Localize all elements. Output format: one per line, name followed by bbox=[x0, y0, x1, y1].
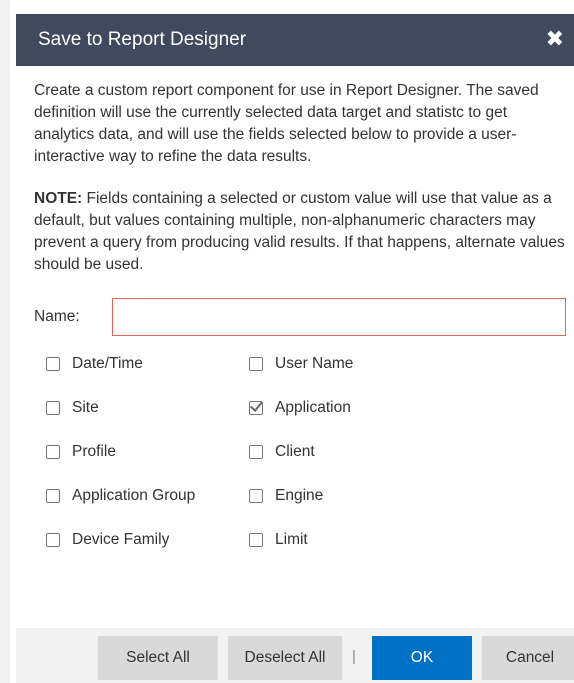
checkbox-label: User Name bbox=[275, 355, 354, 372]
checkbox-label: Site bbox=[72, 399, 99, 416]
checkbox-application-group[interactable]: Application Group bbox=[46, 487, 195, 505]
checkbox-box[interactable] bbox=[46, 357, 60, 371]
ok-button[interactable]: OK bbox=[372, 636, 472, 680]
dialog-body: Create a custom report component for use… bbox=[34, 80, 568, 276]
name-label: Name: bbox=[34, 308, 80, 325]
checkbox-box[interactable] bbox=[249, 445, 263, 459]
dialog-title: Save to Report Designer bbox=[38, 29, 247, 50]
checkbox-label: Application bbox=[275, 399, 351, 416]
checkbox-label: Date/Time bbox=[72, 355, 143, 372]
select-all-button[interactable]: Select All bbox=[98, 636, 218, 680]
checkbox-label: Profile bbox=[72, 443, 116, 460]
checkbox-label: Application Group bbox=[72, 487, 196, 504]
checkbox-box[interactable] bbox=[249, 489, 263, 503]
checkbox-checked-box[interactable] bbox=[249, 401, 263, 415]
checkbox-label: Device Family bbox=[72, 531, 170, 548]
checkbox-box[interactable] bbox=[46, 445, 60, 459]
note-body: Fields containing a selected or custom v… bbox=[34, 190, 565, 273]
checkbox-label: Limit bbox=[275, 531, 308, 548]
cancel-button[interactable]: Cancel bbox=[482, 636, 574, 680]
deselect-all-button[interactable]: Deselect All bbox=[228, 636, 342, 680]
save-to-report-designer-dialog: Save to Report Designer ✖ Create a custo… bbox=[0, 0, 574, 683]
dialog-titlebar: Save to Report Designer ✖ bbox=[16, 14, 574, 66]
name-input[interactable] bbox=[112, 298, 566, 336]
checkbox-box[interactable] bbox=[46, 489, 60, 503]
checkbox-limit[interactable]: Limit bbox=[249, 531, 308, 549]
checkbox-user-name[interactable]: User Name bbox=[249, 355, 353, 373]
note-text: NOTE: Fields containing a selected or cu… bbox=[34, 188, 568, 276]
checkbox-label: Engine bbox=[275, 487, 324, 504]
checkbox-device-family[interactable]: Device Family bbox=[46, 531, 169, 549]
description-text: Create a custom report component for use… bbox=[34, 82, 539, 165]
checkbox-client[interactable]: Client bbox=[249, 443, 315, 461]
name-row: Name: bbox=[34, 298, 574, 336]
checkbox-profile[interactable]: Profile bbox=[46, 443, 116, 461]
note-label: NOTE: bbox=[34, 190, 83, 207]
checkbox-box[interactable] bbox=[249, 357, 263, 371]
checkbox-box[interactable] bbox=[249, 533, 263, 547]
close-icon[interactable]: ✖ bbox=[546, 29, 564, 51]
checkbox-box[interactable] bbox=[46, 533, 60, 547]
checkbox-application[interactable]: Application bbox=[249, 399, 351, 417]
checkbox-box[interactable] bbox=[46, 401, 60, 415]
checkbox-engine[interactable]: Engine bbox=[249, 487, 323, 505]
button-separator: | bbox=[352, 648, 356, 665]
checkbox-label: Client bbox=[275, 443, 315, 460]
checkbox-date-time[interactable]: Date/Time bbox=[46, 355, 143, 373]
checkbox-site[interactable]: Site bbox=[46, 399, 99, 417]
